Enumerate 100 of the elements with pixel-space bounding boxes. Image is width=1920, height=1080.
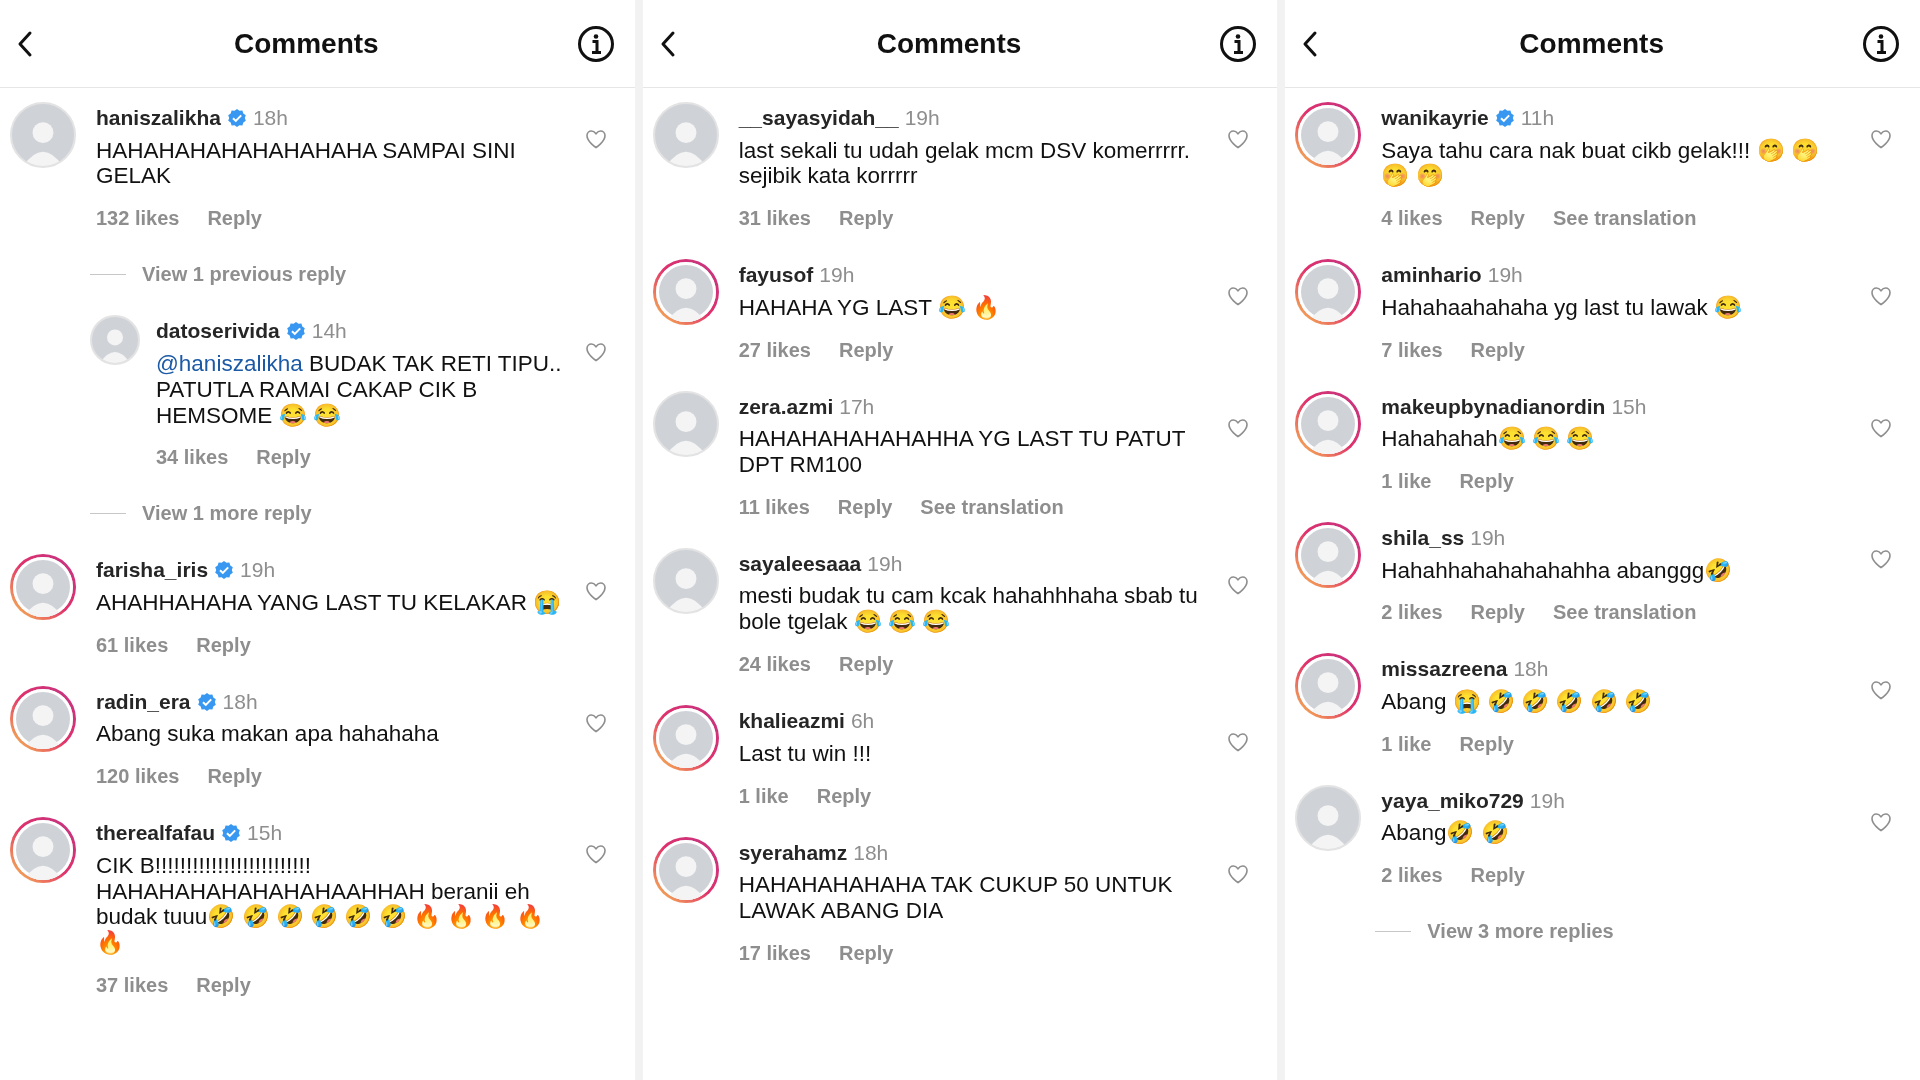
username[interactable]: fayusof [738, 259, 814, 291]
like-button[interactable] [584, 128, 607, 150]
reply-link[interactable]: Reply [838, 334, 894, 365]
likes-count[interactable]: 11 likes [738, 491, 810, 522]
username[interactable]: missazreena [1381, 653, 1508, 685]
reply-link[interactable]: Reply [1470, 860, 1525, 891]
heart-icon [1227, 285, 1250, 308]
mention-link[interactable]: @haniszalikha [156, 350, 303, 376]
heart-icon [1227, 862, 1250, 885]
like-button[interactable] [1870, 679, 1892, 702]
heart-icon [1227, 573, 1250, 596]
reply-link[interactable]: Reply [816, 780, 872, 811]
view-replies-link[interactable]: View 1 previous reply [142, 259, 347, 290]
username[interactable]: shila_ss [1381, 522, 1465, 554]
likes-count[interactable]: 132 likes [96, 203, 180, 234]
like-button[interactable] [584, 341, 607, 364]
reply-link[interactable]: Reply [837, 491, 893, 522]
like-button[interactable] [1870, 548, 1892, 570]
username[interactable]: zera.azmi [738, 390, 834, 423]
heart-icon [584, 580, 607, 603]
likes-count[interactable]: 31 likes [738, 203, 811, 234]
likes-count[interactable]: 61 likes [96, 629, 169, 660]
like-button[interactable] [1870, 128, 1892, 150]
username[interactable]: therealfafau [96, 817, 216, 849]
comment-text: last sekali tu udah gelak mcm DSV komerrrrr. sejibik kata korrrrr [738, 137, 1192, 190]
reply-link[interactable]: Reply [207, 203, 262, 234]
like-button[interactable] [1227, 573, 1250, 596]
reply-link[interactable]: Reply [1459, 728, 1514, 759]
likes-count[interactable]: 2 likes [1381, 860, 1443, 891]
reply-link[interactable]: Reply [1470, 203, 1525, 234]
reply-link[interactable]: Reply [838, 937, 894, 968]
username[interactable]: syerahamz [738, 836, 848, 868]
likes-count[interactable]: 34 likes [156, 442, 229, 473]
heart-icon [1870, 128, 1892, 150]
info-icon [576, 24, 615, 63]
info-button[interactable] [1862, 24, 1900, 63]
reply-link[interactable]: Reply [1459, 466, 1514, 496]
timestamp: 18h [222, 688, 258, 715]
likes-count[interactable]: 4 likes [1381, 203, 1443, 234]
view-replies-link[interactable]: View 3 more replies [1427, 916, 1614, 947]
like-button[interactable] [1227, 416, 1250, 439]
reply-link[interactable]: Reply [838, 203, 894, 234]
username[interactable]: datoserivida [156, 315, 280, 347]
reply-link[interactable]: Reply [207, 761, 262, 792]
username[interactable]: farisha_iris [96, 554, 209, 586]
reply-link[interactable]: Reply [196, 629, 251, 660]
likes-count[interactable]: 1 like [1381, 466, 1432, 496]
page-title: Comments [1519, 26, 1665, 61]
username[interactable]: aminhario [1381, 259, 1482, 291]
username[interactable]: yaya_miko729 [1381, 784, 1524, 817]
reply-link[interactable]: Reply [838, 649, 894, 680]
heart-icon [584, 711, 607, 734]
see-translation-link[interactable]: See translation [1553, 597, 1697, 628]
likes-count[interactable]: 17 likes [738, 937, 811, 968]
like-button[interactable] [584, 580, 607, 603]
see-translation-link[interactable]: See translation [1553, 203, 1697, 234]
likes-count[interactable]: 24 likes [738, 649, 811, 680]
info-button[interactable] [576, 24, 615, 63]
like-button[interactable] [584, 711, 607, 734]
like-button[interactable] [1870, 810, 1892, 833]
likes-count[interactable]: 27 likes [738, 334, 811, 365]
info-button[interactable] [1219, 24, 1258, 63]
like-button[interactable] [1227, 285, 1250, 308]
likes-count[interactable]: 1 like [1381, 728, 1432, 759]
username[interactable]: radin_era [96, 685, 191, 718]
likes-count[interactable]: 1 like [738, 780, 789, 811]
username[interactable]: sayaleesaaa [738, 547, 862, 580]
likes-count[interactable]: 2 likes [1381, 597, 1443, 628]
timestamp: 19h [819, 262, 855, 289]
username[interactable]: khalieazmi [738, 705, 845, 737]
like-button[interactable] [1227, 862, 1250, 885]
likes-count[interactable]: 37 likes [96, 970, 169, 1001]
timestamp: 18h [853, 839, 889, 866]
timestamp: 14h [311, 318, 347, 345]
likes-count[interactable]: 7 likes [1381, 334, 1443, 365]
username[interactable]: __sayasyidah__ [738, 102, 899, 134]
see-translation-link[interactable]: See translation [920, 491, 1064, 522]
comment-text: CIK B!!!!!!!!!!!!!!!!!!!!!!!!! HAHAHAHAHAHAHAHAAHHAH beranii eh budak tuuu🤣 🤣 🤣 🤣 🤣 🤣 🔥 🔥 🔥 🔥 🔥 [96, 852, 545, 957]
likes-count[interactable]: 120 likes [96, 761, 180, 792]
username[interactable]: haniszalikha [96, 102, 221, 134]
reply-link[interactable]: Reply [1470, 334, 1525, 365]
heart-icon [1870, 285, 1892, 308]
comment-text: Last tu win !!! [738, 740, 873, 767]
view-replies-link[interactable]: View 1 more reply [142, 498, 312, 529]
info-icon [1219, 24, 1258, 63]
reply-link[interactable]: Reply [256, 442, 311, 473]
comment-text: HAHAHAHAHAHA TAK CUKUP 50 UNTUK LAWAK ABANG DIA [738, 872, 1174, 924]
like-button[interactable] [1870, 285, 1892, 308]
timestamp: 19h [1470, 525, 1506, 551]
like-button[interactable] [1227, 128, 1250, 150]
comment-text: HAHAHA YG LAST 😂 🔥 [738, 294, 1002, 321]
reply-link[interactable]: Reply [196, 970, 251, 1001]
username[interactable]: wanikayrie [1381, 102, 1489, 134]
timestamp: 19h [240, 557, 276, 584]
username[interactable]: makeupbynadianordin [1381, 390, 1606, 423]
like-button[interactable] [584, 843, 607, 866]
like-button[interactable] [1870, 416, 1892, 439]
heart-icon [584, 128, 607, 150]
like-button[interactable] [1227, 731, 1250, 754]
reply-link[interactable]: Reply [1470, 597, 1525, 628]
